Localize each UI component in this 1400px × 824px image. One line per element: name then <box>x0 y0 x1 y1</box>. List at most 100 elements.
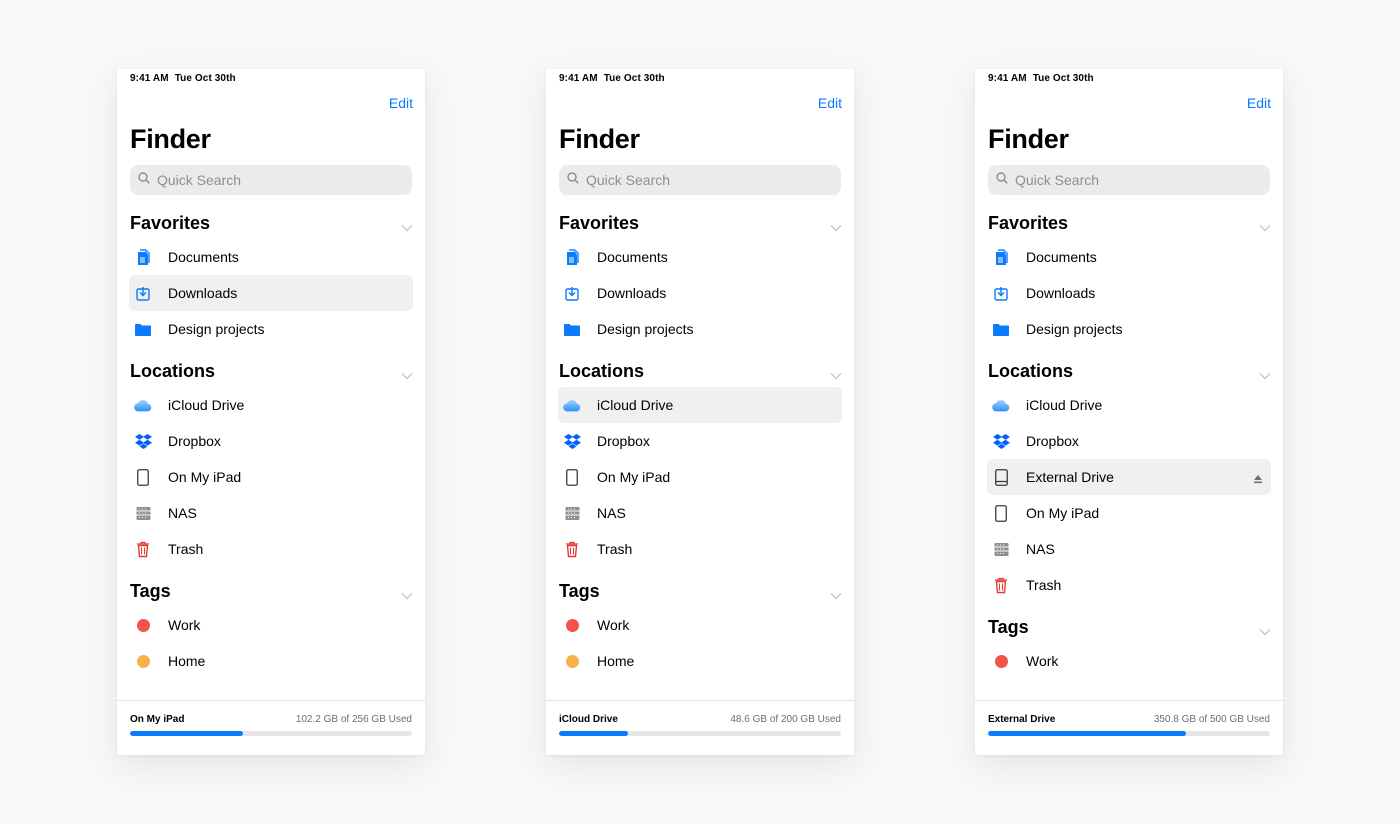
status-date: Tue Oct 30th <box>1032 73 1094 84</box>
sidebar-item-nas[interactable]: NAS <box>129 495 413 531</box>
edit-button[interactable]: Edit <box>389 95 413 111</box>
section-title: Favorites <box>130 212 211 233</box>
dropbox-icon <box>992 432 1010 450</box>
sidebar-item-work[interactable]: Work <box>129 607 413 643</box>
section-header-tags: Tags <box>975 613 1283 641</box>
trash-icon <box>992 576 1010 594</box>
sidebar-item-documents[interactable]: Documents <box>987 239 1271 275</box>
sidebar-item-design-projects[interactable]: Design projects <box>129 311 413 347</box>
storage-location-name: On My iPad <box>130 714 185 725</box>
sidebar-item-trash[interactable]: Trash <box>129 531 413 567</box>
folder-icon <box>563 320 581 338</box>
sidebar-list[interactable]: Favorites Documents Downloads Design projec… <box>117 209 425 701</box>
status-time: 9:41 AM <box>130 73 169 84</box>
sidebar-item-nas[interactable]: NAS <box>987 531 1271 567</box>
sidebar-item-label: NAS <box>168 505 197 521</box>
sidebar-item-dropbox[interactable]: Dropbox <box>987 423 1271 459</box>
sidebar-item-documents[interactable]: Documents <box>558 239 842 275</box>
chevron-down-icon[interactable] <box>401 587 413 600</box>
sidebar-item-downloads[interactable]: Downloads <box>558 275 842 311</box>
status-bar: 9:41 AM Tue Oct 30th <box>130 73 236 84</box>
sidebar-item-icloud-drive[interactable]: iCloud Drive <box>987 387 1271 423</box>
page-title: Finder <box>130 124 211 154</box>
chevron-down-icon[interactable] <box>830 587 842 600</box>
page-title: Finder <box>559 124 640 154</box>
status-bar: 9:41 AM Tue Oct 30th <box>988 73 1094 84</box>
sidebar-item-label: Downloads <box>168 285 238 301</box>
sidebar-item-label: On My iPad <box>1026 505 1100 521</box>
section-header-tags: Tags <box>117 577 425 605</box>
sidebar-item-design-projects[interactable]: Design projects <box>558 311 842 347</box>
section-locations: Locations iCloud Drive Dropbox On My iPad NA… <box>117 357 425 577</box>
eject-icon[interactable] <box>1253 471 1263 484</box>
sidebar-item-icloud-drive[interactable]: iCloud Drive <box>129 387 413 423</box>
sidebar-item-dropbox[interactable]: Dropbox <box>129 423 413 459</box>
sidebar-item-documents[interactable]: Documents <box>129 239 413 275</box>
section-locations: Locations iCloud Drive Dropbox On My iPad NA… <box>546 357 854 577</box>
section-title: Favorites <box>988 212 1069 233</box>
section-tags: Tags Work Home <box>546 577 854 689</box>
folder-icon <box>134 320 152 338</box>
downloads-icon <box>134 284 152 302</box>
sidebar-item-label: iCloud Drive <box>1026 397 1103 413</box>
sidebar-item-design-projects[interactable]: Design projects <box>987 311 1271 347</box>
sidebar-item-downloads[interactable]: Downloads <box>987 275 1271 311</box>
downloads-icon <box>992 284 1010 302</box>
chevron-down-icon[interactable] <box>1259 623 1271 636</box>
storage-location-name: iCloud Drive <box>559 714 618 725</box>
ipad-icon <box>563 468 581 486</box>
search-icon <box>567 171 586 189</box>
trash-icon <box>134 540 152 558</box>
sidebar-item-label: Dropbox <box>1026 433 1079 449</box>
storage-location-name: External Drive <box>988 714 1056 725</box>
search-input[interactable] <box>157 172 397 188</box>
sidebar-item-work[interactable]: Work <box>987 643 1271 679</box>
search-input[interactable] <box>586 172 826 188</box>
edit-button[interactable]: Edit <box>1247 95 1271 111</box>
sidebar-item-external-drive[interactable]: External Drive <box>987 459 1271 495</box>
sidebar-item-on-my-ipad[interactable]: On My iPad <box>129 459 413 495</box>
icloud-icon <box>992 396 1010 414</box>
sidebar-item-home[interactable]: Home <box>129 643 413 679</box>
chevron-down-icon[interactable] <box>830 219 842 232</box>
sidebar-item-home[interactable]: Home <box>558 643 842 679</box>
search-bar[interactable] <box>988 165 1270 195</box>
sidebar-item-work[interactable]: Work <box>558 607 842 643</box>
status-date: Tue Oct 30th <box>603 73 665 84</box>
chevron-down-icon[interactable] <box>1259 367 1271 380</box>
documents-icon <box>992 248 1010 266</box>
sidebar-item-on-my-ipad[interactable]: On My iPad <box>987 495 1271 531</box>
edit-button[interactable]: Edit <box>818 95 842 111</box>
sidebar-item-downloads[interactable]: Downloads <box>129 275 413 311</box>
sidebar-item-icloud-drive[interactable]: iCloud Drive <box>558 387 842 423</box>
storage-progress-bar <box>988 731 1270 736</box>
external-drive-icon <box>992 468 1010 486</box>
chevron-down-icon[interactable] <box>1259 219 1271 232</box>
sidebar-item-dropbox[interactable]: Dropbox <box>558 423 842 459</box>
sidebar-list[interactable]: Favorites Documents Downloads Design projec… <box>975 209 1283 701</box>
chevron-down-icon[interactable] <box>830 367 842 380</box>
search-input[interactable] <box>1015 172 1255 188</box>
sidebar-item-trash[interactable]: Trash <box>987 567 1271 603</box>
sidebar-item-trash[interactable]: Trash <box>558 531 842 567</box>
storage-progress-fill <box>988 731 1186 736</box>
section-title: Locations <box>559 360 645 381</box>
section-header-locations: Locations <box>117 357 425 385</box>
sidebar-item-label: Design projects <box>168 321 265 337</box>
icloud-icon <box>563 396 581 414</box>
sidebar-list[interactable]: Favorites Documents Downloads Design projec… <box>546 209 854 701</box>
nas-icon <box>563 504 581 522</box>
sidebar-item-on-my-ipad[interactable]: On My iPad <box>558 459 842 495</box>
chevron-down-icon[interactable] <box>401 367 413 380</box>
downloads-icon <box>563 284 581 302</box>
search-bar[interactable] <box>559 165 841 195</box>
ipad-icon <box>134 468 152 486</box>
search-bar[interactable] <box>130 165 412 195</box>
dropbox-icon <box>563 432 581 450</box>
sidebar-item-nas[interactable]: NAS <box>558 495 842 531</box>
sidebar-item-label: Work <box>597 617 630 633</box>
chevron-down-icon[interactable] <box>401 219 413 232</box>
section-header-locations: Locations <box>546 357 854 385</box>
finder-sidebar-panel: 9:41 AM Tue Oct 30th Edit Finder Favorites Do… <box>975 69 1283 755</box>
section-title: Favorites <box>559 212 640 233</box>
